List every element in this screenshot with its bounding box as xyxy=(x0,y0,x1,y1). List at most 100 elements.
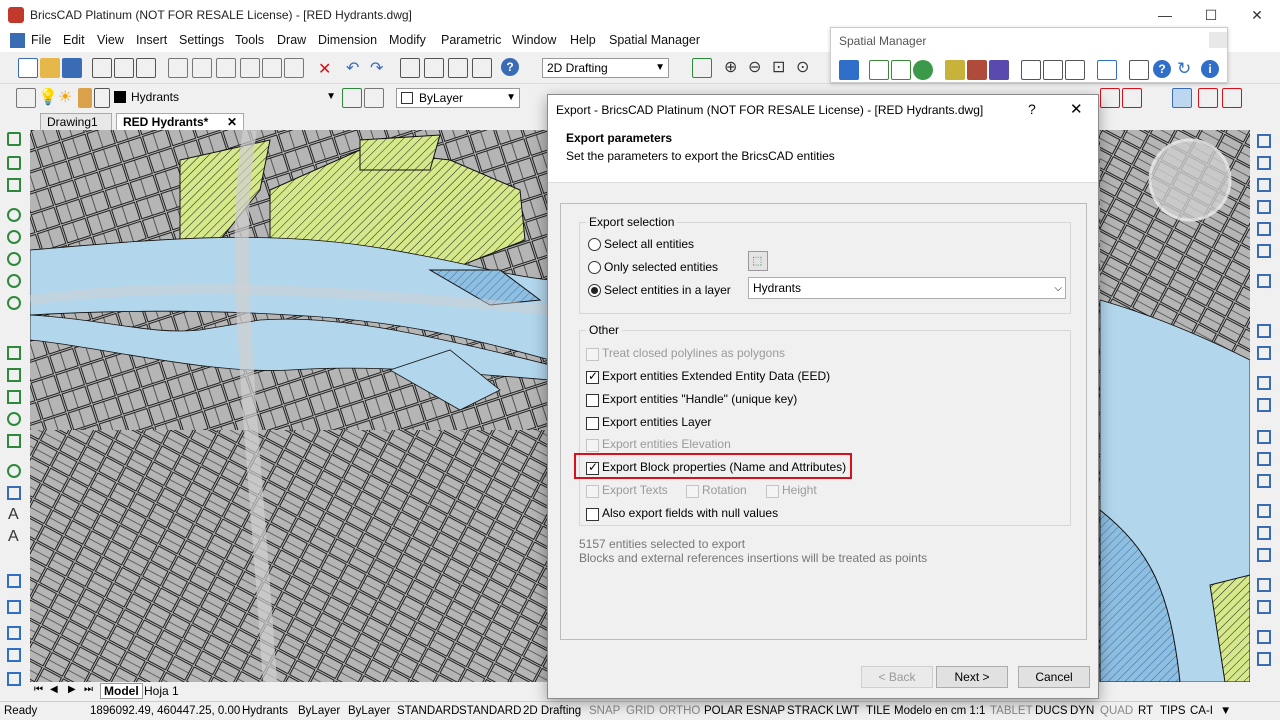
model-tab[interactable]: Model xyxy=(100,683,143,699)
modify-offset-icon[interactable] xyxy=(1257,346,1271,360)
last-layout-button[interactable]: ⏭ xyxy=(84,684,93,695)
osnap-mid-icon[interactable] xyxy=(1198,88,1218,108)
menu-settings[interactable]: Settings xyxy=(179,33,224,47)
menu-file[interactable]: File xyxy=(31,33,51,47)
status-color[interactable]: ByLayer xyxy=(298,705,340,717)
status-menu-icon[interactable]: ▼ xyxy=(1220,705,1231,717)
layers-icon[interactable] xyxy=(424,58,444,78)
refresh-icon[interactable] xyxy=(692,58,712,78)
circle-tool-icon[interactable] xyxy=(7,230,21,244)
copy-icon[interactable] xyxy=(192,58,212,78)
toggle-lwt[interactable]: LWT xyxy=(836,705,859,717)
panel-close-button[interactable] xyxy=(1209,32,1227,48)
preview-icon[interactable] xyxy=(136,58,156,78)
color-dropdown[interactable]: ByLayer ▼ xyxy=(396,88,520,108)
next-layout-button[interactable]: ▶ xyxy=(68,684,76,695)
menu-draw[interactable]: Draw xyxy=(277,33,306,47)
modify-align-icon[interactable] xyxy=(1257,600,1271,614)
sm-map3-icon[interactable] xyxy=(989,60,1009,80)
menu-dimension[interactable]: Dimension xyxy=(318,33,377,47)
doc-icon[interactable] xyxy=(10,33,25,48)
texts-checkbox[interactable] xyxy=(586,485,599,498)
modify-rotate-icon[interactable] xyxy=(1257,178,1271,192)
ellipse-tool-icon[interactable] xyxy=(7,274,21,288)
menu-spatial-manager[interactable]: Spatial Manager xyxy=(609,33,700,47)
rectangle-tool-icon[interactable] xyxy=(7,178,21,192)
layer-select[interactable]: Hydrants ⌵ xyxy=(748,277,1066,299)
dialog-help-button[interactable]: ? xyxy=(1028,101,1036,117)
modify-chamfer-icon[interactable] xyxy=(1257,430,1271,444)
modify-join-icon[interactable] xyxy=(1257,474,1271,488)
explorer-icon[interactable] xyxy=(448,58,468,78)
new-icon[interactable] xyxy=(18,58,38,78)
modify-trim-icon[interactable] xyxy=(1257,274,1271,288)
spline-tool-icon[interactable] xyxy=(7,252,21,266)
match-props-icon[interactable] xyxy=(262,58,282,78)
open-icon[interactable] xyxy=(40,58,60,78)
toggle-ca[interactable]: CA-I xyxy=(1190,705,1213,717)
help-icon[interactable]: ? xyxy=(501,58,519,76)
handle-checkbox[interactable] xyxy=(586,394,599,407)
toggle-esnap[interactable]: ESNAP xyxy=(746,705,785,717)
menu-edit[interactable]: Edit xyxy=(63,33,85,47)
sm-help-icon[interactable]: ? xyxy=(1153,60,1171,78)
close-window-button[interactable]: ✕ xyxy=(1234,0,1280,30)
hatch-tool-icon[interactable] xyxy=(7,368,21,382)
menu-help[interactable]: Help xyxy=(570,33,596,47)
lightbulb-icon[interactable]: 💡 xyxy=(38,87,58,107)
sm-update-icon[interactable]: ↻ xyxy=(1177,59,1191,79)
close-tab-icon[interactable]: ✕ xyxy=(227,114,237,130)
layer-dropdown[interactable]: Hydrants ▼ xyxy=(127,88,339,108)
eed-checkbox[interactable]: ✓ xyxy=(586,369,599,384)
maximize-button[interactable]: ☐ xyxy=(1188,0,1234,30)
modify-array-icon[interactable] xyxy=(1257,376,1271,390)
lock-icon[interactable] xyxy=(78,88,92,108)
cut-icon[interactable] xyxy=(168,58,188,78)
sm-unlink-icon[interactable] xyxy=(1065,60,1085,80)
back-button[interactable]: < Back xyxy=(861,666,933,688)
toggle-snap[interactable]: SNAP xyxy=(589,705,620,717)
sm-import-icon[interactable] xyxy=(839,60,859,80)
line-tool-icon[interactable] xyxy=(7,132,21,146)
osnap-quad-icon[interactable] xyxy=(1122,88,1142,108)
sm-link-icon[interactable] xyxy=(1043,60,1063,80)
attdef-tool-icon[interactable] xyxy=(7,626,21,640)
modify-fillet-icon[interactable] xyxy=(1257,398,1271,412)
cloud-tool-icon[interactable] xyxy=(7,464,21,478)
height-checkbox[interactable] xyxy=(766,485,779,498)
toggle-rt[interactable]: RT xyxy=(1138,705,1153,717)
globe-icon[interactable] xyxy=(913,60,933,80)
status-textstyle[interactable]: STANDARD xyxy=(397,705,459,717)
elevation-checkbox[interactable] xyxy=(586,439,599,452)
null-values-checkbox[interactable] xyxy=(586,508,599,521)
table-tool-icon[interactable] xyxy=(7,486,21,500)
polygons-checkbox[interactable] xyxy=(586,348,599,361)
radio-all-entities[interactable] xyxy=(588,238,601,251)
modify-break-icon[interactable] xyxy=(1257,452,1271,466)
status-workspace[interactable]: 2D Drafting xyxy=(523,705,581,717)
toggle-tile[interactable]: TILE xyxy=(866,705,890,717)
image-tool-icon[interactable] xyxy=(7,672,21,686)
region-tool-icon[interactable] xyxy=(7,346,21,360)
layer-checkbox[interactable] xyxy=(586,417,599,430)
xref-tool-icon[interactable] xyxy=(7,648,21,662)
modify-divide-icon[interactable] xyxy=(1257,630,1271,644)
dialog-close-button[interactable]: ✕ xyxy=(1070,100,1083,118)
delete-icon[interactable]: ✕ xyxy=(318,59,331,79)
menu-modify[interactable]: Modify xyxy=(389,33,426,47)
toggle-polar[interactable]: POLAR xyxy=(704,705,743,717)
rotation-checkbox[interactable] xyxy=(686,485,699,498)
menu-view[interactable]: View xyxy=(97,33,124,47)
status-linetype[interactable]: ByLayer xyxy=(348,705,390,717)
sm-map2-icon[interactable] xyxy=(967,60,987,80)
toggle-quad[interactable]: QUAD xyxy=(1100,705,1133,717)
sm-map-icon[interactable] xyxy=(945,60,965,80)
tab-drawing1[interactable]: Drawing1 xyxy=(40,113,112,130)
redo-icon[interactable]: ↷ xyxy=(370,58,383,78)
next-button[interactable]: Next > xyxy=(936,666,1008,688)
revcloud-tool-icon[interactable] xyxy=(7,412,21,426)
toggle-grid[interactable]: GRID xyxy=(626,705,655,717)
sm-export-icon[interactable] xyxy=(869,60,889,80)
properties-icon[interactable] xyxy=(400,58,420,78)
workspace-dropdown[interactable]: 2D Drafting ▼ xyxy=(542,58,669,78)
